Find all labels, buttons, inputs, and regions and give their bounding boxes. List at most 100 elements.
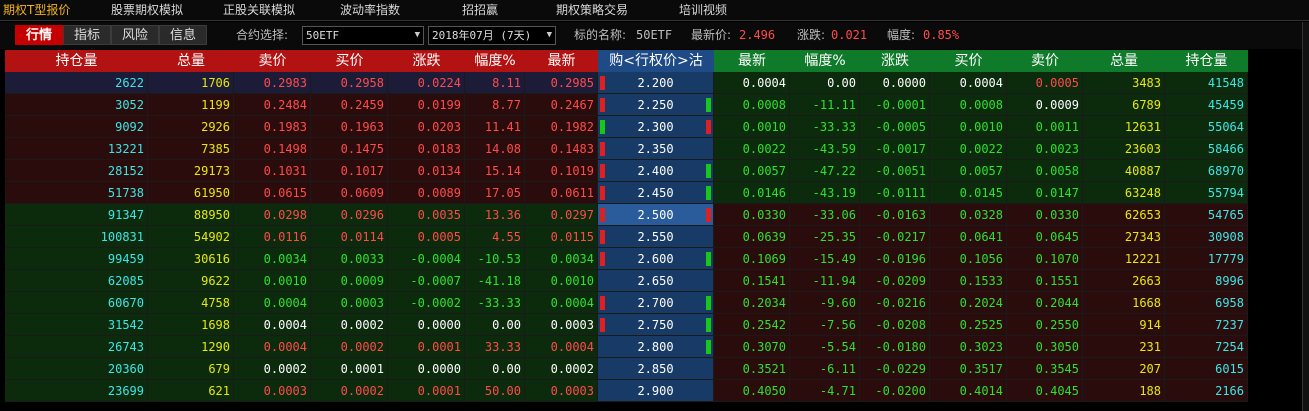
put-cell-3[interactable]: 0.0057 xyxy=(930,160,1007,182)
call-cell-2[interactable]: 0.0010 xyxy=(234,270,311,292)
put-cell-3[interactable]: 0.0145 xyxy=(930,182,1007,204)
put-cell-1[interactable]: -33.06 xyxy=(790,204,860,226)
put-cell-0[interactable]: 0.0008 xyxy=(714,94,790,116)
call-cell-4[interactable]: -0.0007 xyxy=(388,270,465,292)
call-cell-1[interactable]: 679 xyxy=(148,358,234,380)
put-cell-4[interactable]: 0.0009 xyxy=(1007,94,1083,116)
call-header-4[interactable]: 涨跌 xyxy=(388,50,465,72)
table-row[interactable]: 51738 61950 0.0615 0.0609 0.0089 17.05 0.0611 2… xyxy=(5,182,1248,204)
call-cell-2[interactable]: 0.0004 xyxy=(234,292,311,314)
put-cell-3[interactable]: 0.2525 xyxy=(930,314,1007,336)
put-cell-0[interactable]: 0.0639 xyxy=(714,226,790,248)
table-row[interactable]: 9092 2926 0.1983 0.1963 0.0203 11.41 0.1982 2.3… xyxy=(5,116,1248,138)
put-cell-3[interactable]: 0.4014 xyxy=(930,380,1007,402)
strike-cell[interactable]: 2.250 xyxy=(598,94,714,116)
put-cell-5[interactable]: 207 xyxy=(1083,358,1165,380)
call-cell-5[interactable]: -10.53 xyxy=(465,248,525,270)
put-cell-6[interactable]: 55064 xyxy=(1165,116,1248,138)
put-cell-0[interactable]: 0.0146 xyxy=(714,182,790,204)
call-cell-4[interactable]: 0.0089 xyxy=(388,182,465,204)
put-cell-1[interactable]: -9.60 xyxy=(790,292,860,314)
call-cell-0[interactable]: 20360 xyxy=(5,358,148,380)
call-header-3[interactable]: 买价 xyxy=(311,50,388,72)
call-cell-2[interactable]: 0.0003 xyxy=(234,380,311,402)
call-cell-6[interactable]: 0.1019 xyxy=(525,160,598,182)
strike-cell[interactable]: 2.500 xyxy=(598,204,714,226)
call-cell-6[interactable]: 0.1483 xyxy=(525,138,598,160)
strike-cell[interactable]: 2.750 xyxy=(598,314,714,336)
put-cell-4[interactable]: 0.0147 xyxy=(1007,182,1083,204)
put-cell-0[interactable]: 0.2542 xyxy=(714,314,790,336)
put-cell-4[interactable]: 0.4045 xyxy=(1007,380,1083,402)
strike-cell[interactable]: 2.550 xyxy=(598,226,714,248)
put-cell-6[interactable]: 54765 xyxy=(1165,204,1248,226)
menu-item-3[interactable]: 波动率指数 xyxy=(340,0,400,21)
call-cell-1[interactable]: 61950 xyxy=(148,182,234,204)
put-cell-3[interactable]: 0.0010 xyxy=(930,116,1007,138)
call-cell-0[interactable]: 62085 xyxy=(5,270,148,292)
call-cell-1[interactable]: 54902 xyxy=(148,226,234,248)
call-cell-4[interactable]: 0.0035 xyxy=(388,204,465,226)
call-cell-1[interactable]: 1199 xyxy=(148,94,234,116)
put-header-1[interactable]: 幅度% xyxy=(790,50,860,72)
table-row[interactable]: 60670 4758 0.0004 0.0003 -0.0002 -33.33 0.0004… xyxy=(5,292,1248,314)
call-cell-3[interactable]: 0.1475 xyxy=(311,138,388,160)
strike-cell[interactable]: 2.850 xyxy=(598,358,714,380)
put-cell-4[interactable]: 0.2550 xyxy=(1007,314,1083,336)
put-cell-3[interactable]: 0.1056 xyxy=(930,248,1007,270)
call-cell-4[interactable]: 0.0001 xyxy=(388,336,465,358)
call-cell-2[interactable]: 0.1031 xyxy=(234,160,311,182)
call-header-0[interactable]: 持仓量 xyxy=(5,50,148,72)
call-cell-4[interactable]: 0.0224 xyxy=(388,72,465,94)
put-cell-0[interactable]: 0.4050 xyxy=(714,380,790,402)
call-cell-6[interactable]: 0.0034 xyxy=(525,248,598,270)
table-row[interactable]: 62085 9622 0.0010 0.0009 -0.0007 -41.18 0.0010… xyxy=(5,270,1248,292)
table-row[interactable]: 2622 1706 0.2983 0.2958 0.0224 8.11 0.2985 2.20… xyxy=(5,72,1248,94)
put-cell-2[interactable]: 0.0000 xyxy=(860,72,930,94)
call-cell-3[interactable]: 0.0114 xyxy=(311,226,388,248)
put-cell-6[interactable]: 30908 xyxy=(1165,226,1248,248)
put-cell-6[interactable]: 7254 xyxy=(1165,336,1248,358)
put-cell-4[interactable]: 0.1551 xyxy=(1007,270,1083,292)
put-cell-1[interactable]: -15.49 xyxy=(790,248,860,270)
call-cell-0[interactable]: 60670 xyxy=(5,292,148,314)
put-cell-2[interactable]: -0.0111 xyxy=(860,182,930,204)
call-cell-5[interactable]: -41.18 xyxy=(465,270,525,292)
put-cell-0[interactable]: 0.0010 xyxy=(714,116,790,138)
call-cell-0[interactable]: 13221 xyxy=(5,138,148,160)
call-cell-1[interactable]: 4758 xyxy=(148,292,234,314)
call-cell-0[interactable]: 26743 xyxy=(5,336,148,358)
put-cell-5[interactable]: 12221 xyxy=(1083,248,1165,270)
put-header-5[interactable]: 总量 xyxy=(1083,50,1165,72)
put-cell-5[interactable]: 2663 xyxy=(1083,270,1165,292)
put-cell-2[interactable]: -0.0005 xyxy=(860,116,930,138)
menu-item-0[interactable]: 期权T型报价 xyxy=(3,0,70,21)
put-cell-1[interactable]: -47.22 xyxy=(790,160,860,182)
put-header-3[interactable]: 买价 xyxy=(930,50,1007,72)
menu-item-5[interactable]: 期权策略交易 xyxy=(556,0,628,21)
put-cell-2[interactable]: -0.0209 xyxy=(860,270,930,292)
call-cell-0[interactable]: 91347 xyxy=(5,204,148,226)
tab-2[interactable]: 风险 xyxy=(111,25,159,45)
call-header-6[interactable]: 最新 xyxy=(525,50,598,72)
call-cell-4[interactable]: 0.0000 xyxy=(388,358,465,380)
put-cell-1[interactable]: -11.94 xyxy=(790,270,860,292)
put-cell-6[interactable]: 17779 xyxy=(1165,248,1248,270)
call-cell-1[interactable]: 7385 xyxy=(148,138,234,160)
call-cell-2[interactable]: 0.2983 xyxy=(234,72,311,94)
month-select[interactable]: 2018年07月 (7天) ▼ xyxy=(428,26,556,45)
put-cell-2[interactable]: -0.0229 xyxy=(860,358,930,380)
table-row[interactable]: 23699 621 0.0003 0.0002 0.0001 50.00 0.0003 2.9… xyxy=(5,380,1248,402)
call-cell-1[interactable]: 88950 xyxy=(148,204,234,226)
call-cell-3[interactable]: 0.1017 xyxy=(311,160,388,182)
call-cell-0[interactable]: 2622 xyxy=(5,72,148,94)
put-cell-1[interactable]: -43.59 xyxy=(790,138,860,160)
call-cell-5[interactable]: 4.55 xyxy=(465,226,525,248)
put-cell-5[interactable]: 1668 xyxy=(1083,292,1165,314)
call-cell-3[interactable]: 0.0003 xyxy=(311,292,388,314)
put-cell-1[interactable]: -6.11 xyxy=(790,358,860,380)
call-cell-3[interactable]: 0.0296 xyxy=(311,204,388,226)
table-row[interactable]: 100831 54902 0.0116 0.0114 0.0005 4.55 0.0115 2… xyxy=(5,226,1248,248)
call-header-5[interactable]: 幅度% xyxy=(465,50,525,72)
put-cell-6[interactable]: 45459 xyxy=(1165,94,1248,116)
